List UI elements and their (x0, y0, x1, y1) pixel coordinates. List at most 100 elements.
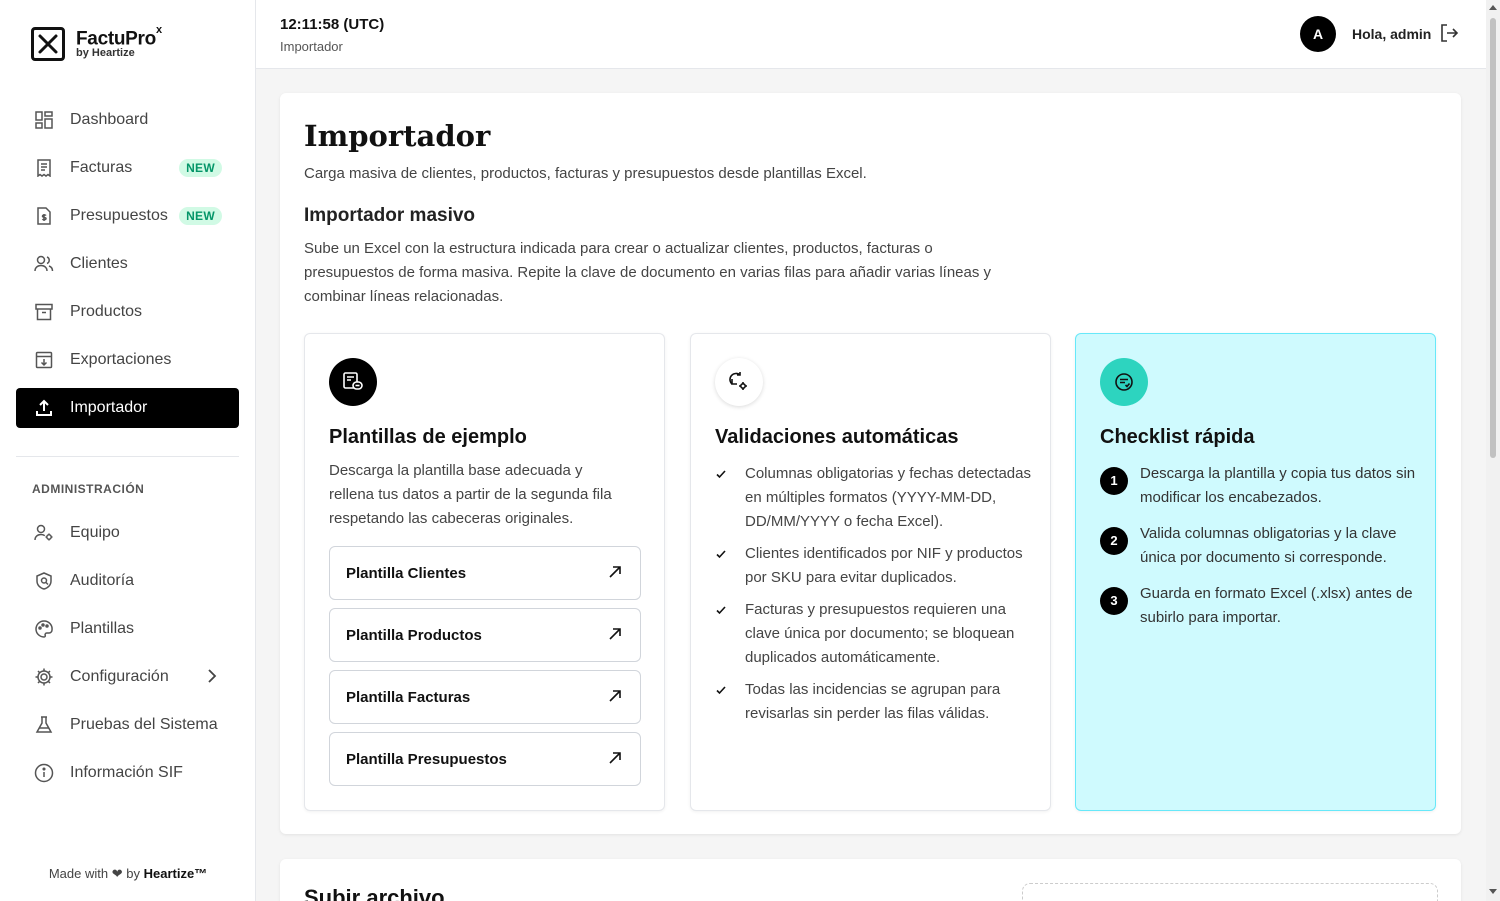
nav-item-equipo[interactable]: Equipo (16, 513, 239, 553)
list-item: 2 Valida columnas obligatorias y la clav… (1100, 522, 1420, 570)
template-productos-button[interactable]: Plantilla Productos (329, 608, 641, 662)
nav-label: Auditoría (70, 572, 135, 589)
footer-made-with: Made with (48, 866, 109, 881)
nav-item-facturas[interactable]: Facturas NEW (16, 148, 239, 188)
breadcrumb: Importador (280, 39, 343, 54)
section-description: Sube un Excel con la estructura indicada… (304, 240, 992, 305)
chevron-right-icon (207, 668, 217, 689)
nav-label: Equipo (70, 524, 120, 541)
nav-item-auditoria[interactable]: Auditoría (16, 561, 239, 601)
validations-card-title: Validaciones automáticas (715, 426, 959, 448)
footer-brand[interactable]: Heartize™ (144, 866, 208, 881)
step-number: 2 (1100, 527, 1128, 555)
nav-item-importador[interactable]: Importador (16, 388, 239, 428)
scroll-up-icon[interactable] (1489, 5, 1497, 10)
validation-text: Facturas y presupuestos requieren una cl… (745, 601, 1015, 666)
nav-label: Dashboard (70, 111, 149, 128)
nav-label: Exportaciones (70, 351, 172, 368)
team-icon (34, 523, 54, 543)
nav-item-plantillas[interactable]: Plantillas (16, 609, 239, 649)
templates-card: Plantillas de ejemplo Descarga la planti… (304, 333, 665, 811)
template-button-label: Plantilla Presupuestos (346, 750, 507, 768)
page-subtitle: Carga masiva de clientes, productos, fac… (304, 165, 867, 182)
sidebar-footer: Made with ❤ by Heartize™ (0, 866, 256, 882)
nav-item-pruebas[interactable]: Pruebas del Sistema (16, 705, 239, 745)
upload-panel: Subir archivo (280, 859, 1461, 901)
brand-logo[interactable]: FactuProx by Heartize (31, 23, 162, 61)
brand-sup: x (155, 23, 162, 36)
invoice-icon (34, 158, 54, 178)
list-item: Columnas obligatorias y fechas detectada… (715, 462, 1035, 534)
logout-icon[interactable] (1439, 23, 1459, 48)
scroll-down-icon[interactable] (1489, 889, 1497, 894)
list-item: Facturas y presupuestos requieren una cl… (715, 598, 1035, 670)
step-text: Descarga la plantilla y copia tus datos … (1140, 465, 1416, 506)
nav-label: Presupuestos (70, 207, 168, 224)
external-link-icon (608, 627, 622, 645)
step-number: 1 (1100, 467, 1128, 495)
sync-settings-icon (715, 358, 763, 406)
nav-item-presupuestos[interactable]: Presupuestos NEW (16, 196, 239, 236)
list-item: Todas las incidencias se agrupan para re… (715, 678, 1035, 726)
check-icon (715, 598, 745, 670)
logo-mark-icon (31, 27, 65, 61)
external-link-icon (608, 689, 622, 707)
page-title: Importador (304, 119, 491, 153)
dashboard-icon (34, 110, 54, 130)
validation-text: Todas las incidencias se agrupan para re… (745, 681, 1001, 722)
template-icon (329, 358, 377, 406)
nav-item-informacion-sif[interactable]: Información SIF (16, 753, 239, 793)
box-icon (34, 302, 54, 322)
validations-card: Validaciones automáticas Columnas obliga… (690, 333, 1051, 811)
checklist-card: Checklist rápida 1 Descarga la plantilla… (1075, 333, 1436, 811)
template-clientes-button[interactable]: Plantilla Clientes (329, 546, 641, 600)
nav-label: Productos (70, 303, 143, 320)
nav-label: Información SIF (70, 764, 183, 781)
list-item: 3 Guarda en formato Excel (.xlsx) antes … (1100, 582, 1420, 630)
shield-icon (34, 571, 54, 591)
flask-icon (34, 715, 54, 735)
nav-label: Importador (70, 399, 148, 416)
nav-item-configuracion[interactable]: Configuración (16, 657, 239, 697)
nav-divider (16, 456, 239, 457)
admin-nav: Equipo Auditoría Plantillas Configuració… (16, 513, 239, 801)
external-link-icon (608, 565, 622, 583)
main-nav: Dashboard Facturas NEW Presupuestos NEW … (16, 100, 239, 436)
template-presupuestos-button[interactable]: Plantilla Presupuestos (329, 732, 641, 786)
nav-item-dashboard[interactable]: Dashboard (16, 100, 239, 140)
brand-name: FactuPro (76, 28, 156, 50)
nav-label: Plantillas (70, 620, 135, 637)
templates-card-text: Descarga la plantilla base adecuada y re… (329, 462, 612, 527)
nav-label: Configuración (70, 668, 169, 685)
template-facturas-button[interactable]: Plantilla Facturas (329, 670, 641, 724)
quote-icon (34, 206, 54, 226)
nav-item-productos[interactable]: Productos (16, 292, 239, 332)
list-item: Clientes identificados por NIF y product… (715, 542, 1035, 590)
page-scrollbar[interactable] (1486, 0, 1500, 901)
template-button-label: Plantilla Productos (346, 626, 482, 644)
gear-icon (34, 667, 54, 687)
scroll-thumb[interactable] (1490, 18, 1496, 458)
external-link-icon (608, 751, 622, 769)
nav-label: Facturas (70, 159, 133, 176)
brand-sub: by Heartize (76, 47, 135, 60)
nav-section-admin: ADMINISTRACIÓN (32, 482, 145, 496)
new-badge: NEW (179, 159, 222, 177)
list-item: 1 Descarga la plantilla y copia tus dato… (1100, 462, 1420, 510)
section-title: Importador masivo (304, 205, 476, 226)
nav-item-exportaciones[interactable]: Exportaciones (16, 340, 239, 380)
new-badge: NEW (179, 207, 222, 225)
template-button-label: Plantilla Facturas (346, 688, 471, 706)
validations-list: Columnas obligatorias y fechas detectada… (715, 462, 1035, 734)
importer-panel: Importador Carga masiva de clientes, pro… (280, 93, 1461, 834)
top-header: 12:11:58 (UTC) Importador A Hola, admin (256, 0, 1486, 69)
avatar[interactable]: A (1300, 16, 1336, 52)
step-number: 3 (1100, 587, 1128, 615)
upload-title: Subir archivo (304, 885, 445, 901)
export-icon (34, 350, 54, 370)
step-text: Guarda en formato Excel (.xlsx) antes de… (1140, 585, 1413, 626)
template-button-label: Plantilla Clientes (346, 564, 467, 582)
step-text: Valida columnas obligatorias y la clave … (1140, 525, 1397, 566)
nav-item-clientes[interactable]: Clientes (16, 244, 239, 284)
file-dropzone[interactable] (1022, 883, 1438, 901)
